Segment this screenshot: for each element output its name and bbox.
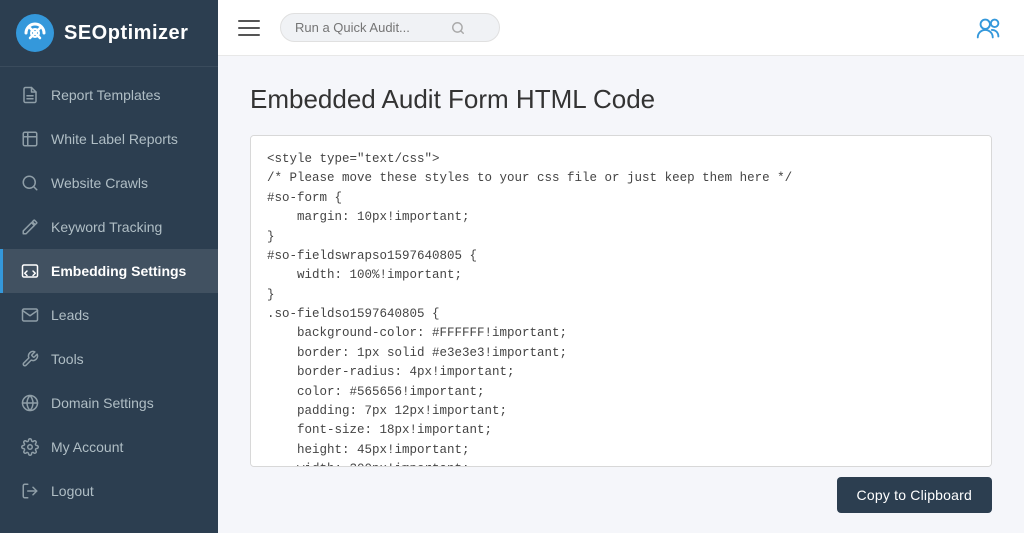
hamburger-button[interactable] [238, 16, 268, 40]
sidebar-item-embedding-settings[interactable]: Embedding Settings [0, 249, 218, 293]
user-icon-button[interactable] [974, 13, 1004, 43]
logo-icon [16, 14, 54, 52]
content-area: Embedded Audit Form HTML Code Copy to Cl… [218, 56, 1024, 533]
hamburger-line-3 [238, 34, 260, 36]
user-group-icon [974, 13, 1004, 43]
sidebar-nav: Report Templates White Label Reports Web… [0, 67, 218, 533]
pencil-icon [21, 218, 39, 236]
code-textarea[interactable] [251, 136, 991, 466]
envelope-icon [21, 306, 39, 324]
search-bar [280, 13, 500, 42]
embed-icon [21, 262, 39, 280]
sidebar-item-tools[interactable]: Tools [0, 337, 218, 381]
sidebar-item-keyword-tracking[interactable]: Keyword Tracking [0, 205, 218, 249]
copy-to-clipboard-button[interactable]: Copy to Clipboard [837, 477, 992, 513]
search-circle-icon [21, 174, 39, 192]
logout-icon [21, 482, 39, 500]
sidebar-item-logout[interactable]: Logout [0, 469, 218, 513]
topbar-right [974, 13, 1004, 43]
globe-icon [21, 394, 39, 412]
sidebar-item-website-crawls[interactable]: Website Crawls [0, 161, 218, 205]
code-container [250, 135, 992, 467]
tag-icon [21, 130, 39, 148]
sidebar-item-white-label-reports[interactable]: White Label Reports [0, 117, 218, 161]
hamburger-line-1 [238, 20, 260, 22]
topbar [218, 0, 1024, 56]
bottom-bar: Copy to Clipboard [250, 467, 992, 513]
page-title: Embedded Audit Form HTML Code [250, 84, 992, 115]
gear-icon [21, 438, 39, 456]
sidebar: SEOptimizer Report Templates White Label… [0, 0, 218, 533]
logo-container: SEOptimizer [0, 0, 218, 67]
sidebar-item-leads[interactable]: Leads [0, 293, 218, 337]
sidebar-item-report-templates[interactable]: Report Templates [0, 73, 218, 117]
search-icon [451, 21, 465, 35]
logo-text: SEOptimizer [64, 22, 188, 45]
wrench-icon [21, 350, 39, 368]
file-icon [21, 86, 39, 104]
main-content: Embedded Audit Form HTML Code Copy to Cl… [218, 0, 1024, 533]
hamburger-line-2 [238, 27, 260, 29]
search-input[interactable] [295, 20, 445, 35]
sidebar-item-my-account[interactable]: My Account [0, 425, 218, 469]
sidebar-item-domain-settings[interactable]: Domain Settings [0, 381, 218, 425]
